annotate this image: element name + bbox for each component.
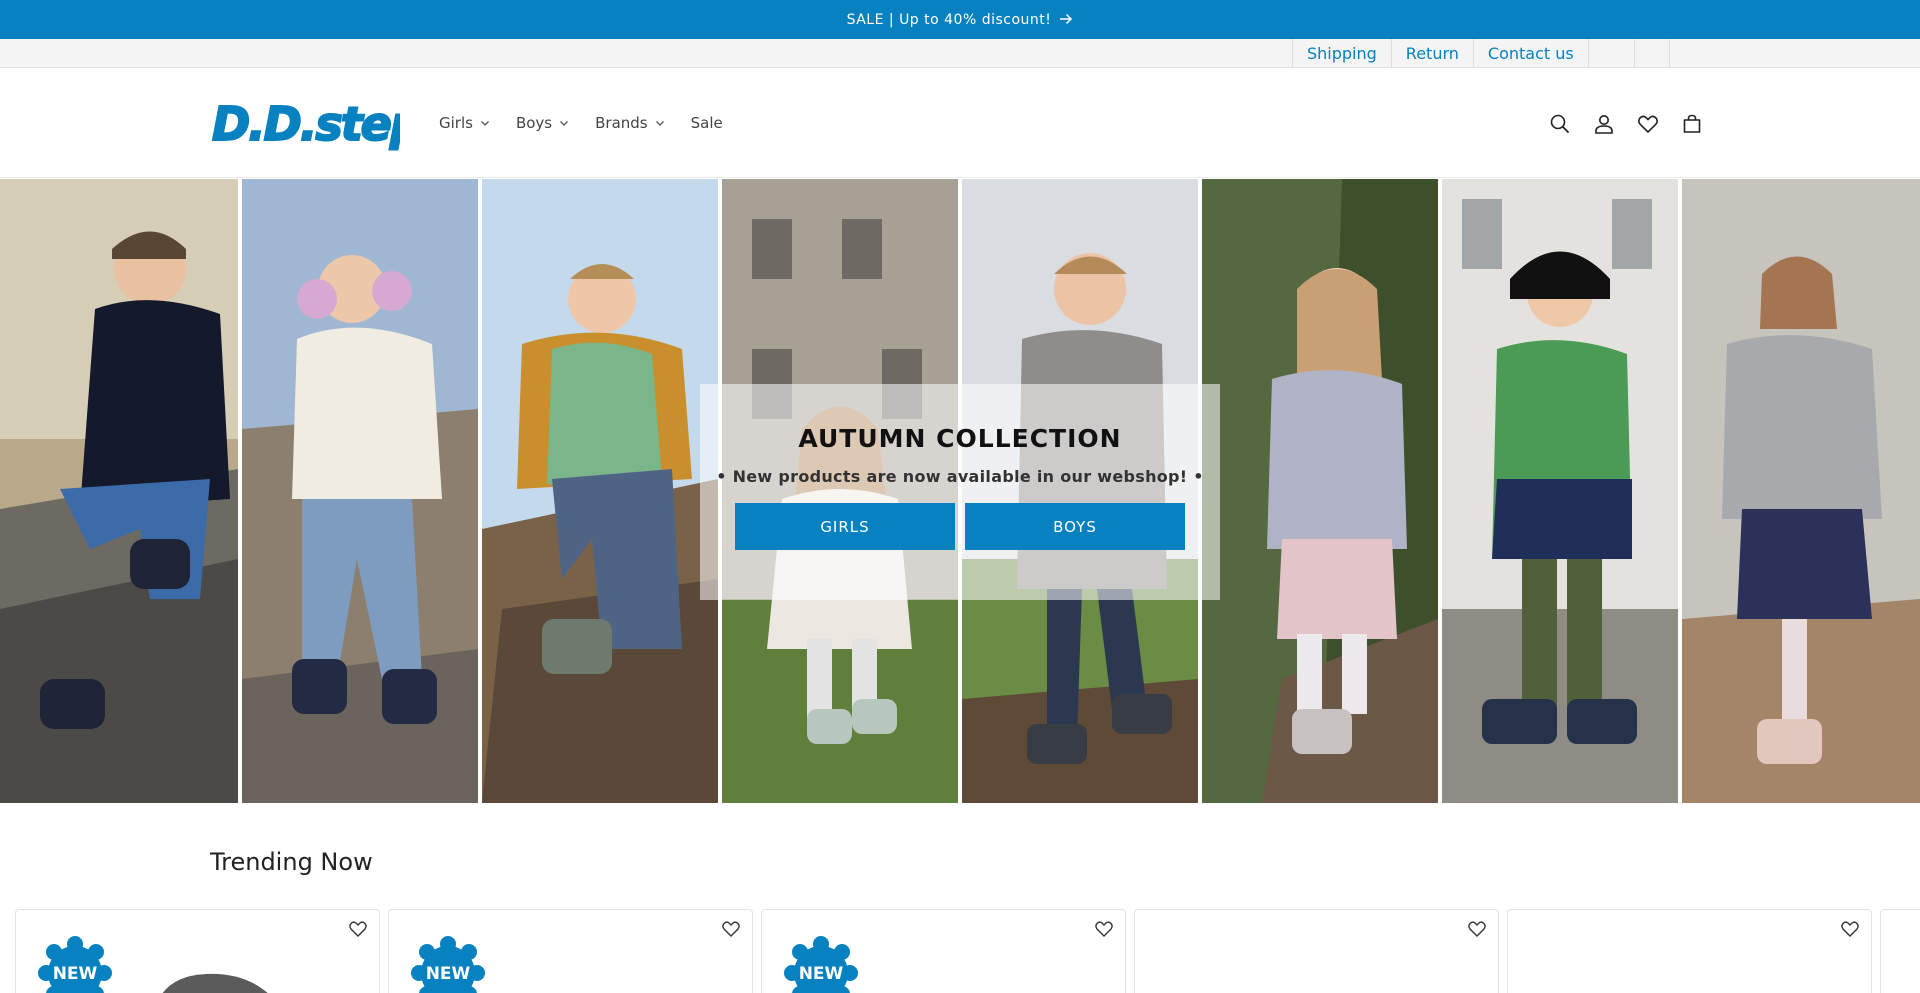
- product-card[interactable]: NEW: [761, 909, 1126, 993]
- new-badge-icon: NEW: [411, 936, 485, 993]
- utility-link-shipping[interactable]: Shipping: [1292, 39, 1391, 68]
- wishlist-icon[interactable]: [1839, 918, 1861, 940]
- hero-photo: [242, 179, 478, 803]
- cart-icon[interactable]: [1672, 104, 1712, 144]
- badge-label: NEW: [799, 964, 844, 984]
- hero-content-box: AUTUMN COLLECTION • New products are now…: [700, 384, 1220, 600]
- announcement-text[interactable]: SALE | Up to 40% discount!: [847, 12, 1052, 28]
- arrow-right-icon: [1059, 11, 1073, 29]
- hero-photo: [1682, 179, 1920, 803]
- site-header: D.D.step Girls Boys Brands Sale: [0, 68, 1920, 178]
- wishlist-icon[interactable]: [1628, 104, 1668, 144]
- wishlist-icon[interactable]: [347, 918, 369, 940]
- product-carousel: NEW NEW NEW: [15, 909, 1920, 993]
- hero-photo: [0, 179, 238, 803]
- wishlist-icon[interactable]: [1093, 918, 1115, 940]
- chevron-down-icon: [560, 121, 569, 126]
- nav-item-label: Brands: [595, 114, 648, 132]
- hero-buttons: GIRLS BOYS: [730, 503, 1190, 550]
- product-card[interactable]: NEW: [388, 909, 753, 993]
- utility-link-return[interactable]: Return: [1390, 39, 1473, 68]
- wishlist-icon[interactable]: [1466, 918, 1488, 940]
- announcement-bar[interactable]: SALE | Up to 40% discount!: [0, 0, 1920, 39]
- nav-item-boys[interactable]: Boys: [516, 114, 569, 132]
- new-badge-icon: NEW: [38, 936, 112, 993]
- utility-link-contact[interactable]: Contact us: [1472, 39, 1588, 68]
- utility-bar: Shipping Return Contact us: [0, 39, 1920, 68]
- product-card[interactable]: [1134, 909, 1499, 993]
- account-icon[interactable]: [1584, 104, 1624, 144]
- new-badge-icon: NEW: [784, 936, 858, 993]
- chevron-down-icon: [480, 121, 489, 126]
- nav-item-label: Boys: [515, 114, 553, 132]
- hero-subtitle: • New products are now available in our …: [716, 467, 1204, 486]
- nav-item-sale[interactable]: Sale: [691, 114, 723, 132]
- product-image: [887, 980, 1027, 993]
- product-image: [162, 973, 268, 993]
- utility-slot[interactable]: [1587, 39, 1634, 68]
- section-title: Trending Now: [210, 848, 373, 876]
- badge-label: NEW: [426, 964, 471, 984]
- product-card[interactable]: [1507, 909, 1872, 993]
- hero-photo: [1202, 179, 1438, 803]
- main-nav: Girls Boys Brands Sale: [439, 68, 749, 178]
- shop-boys-button[interactable]: BOYS: [965, 503, 1185, 550]
- product-card[interactable]: [1880, 909, 1920, 993]
- shop-girls-button[interactable]: GIRLS: [735, 503, 955, 550]
- chevron-down-icon: [655, 121, 664, 126]
- search-icon[interactable]: [1540, 104, 1580, 144]
- badge-label: NEW: [53, 964, 98, 984]
- utility-links: Shipping Return Contact us: [1292, 39, 1670, 68]
- hero-banner: AUTUMN COLLECTION • New products are now…: [0, 179, 1920, 803]
- header-icons: [1540, 104, 1716, 144]
- brand-logo[interactable]: D.D.step: [210, 94, 425, 152]
- wishlist-icon[interactable]: [720, 918, 742, 940]
- utility-slot[interactable]: [1633, 39, 1670, 68]
- hero-photo: [482, 179, 718, 803]
- nav-item-brands[interactable]: Brands: [595, 114, 665, 132]
- hero-title: AUTUMN COLLECTION: [798, 424, 1122, 453]
- hero-photo: [1442, 179, 1678, 803]
- product-card[interactable]: NEW: [15, 909, 380, 993]
- nav-item-label: Girls: [439, 114, 473, 132]
- nav-item-girls[interactable]: Girls: [439, 114, 490, 132]
- nav-item-label: Sale: [690, 114, 723, 132]
- svg-text:D.D.step: D.D.step: [212, 97, 400, 151]
